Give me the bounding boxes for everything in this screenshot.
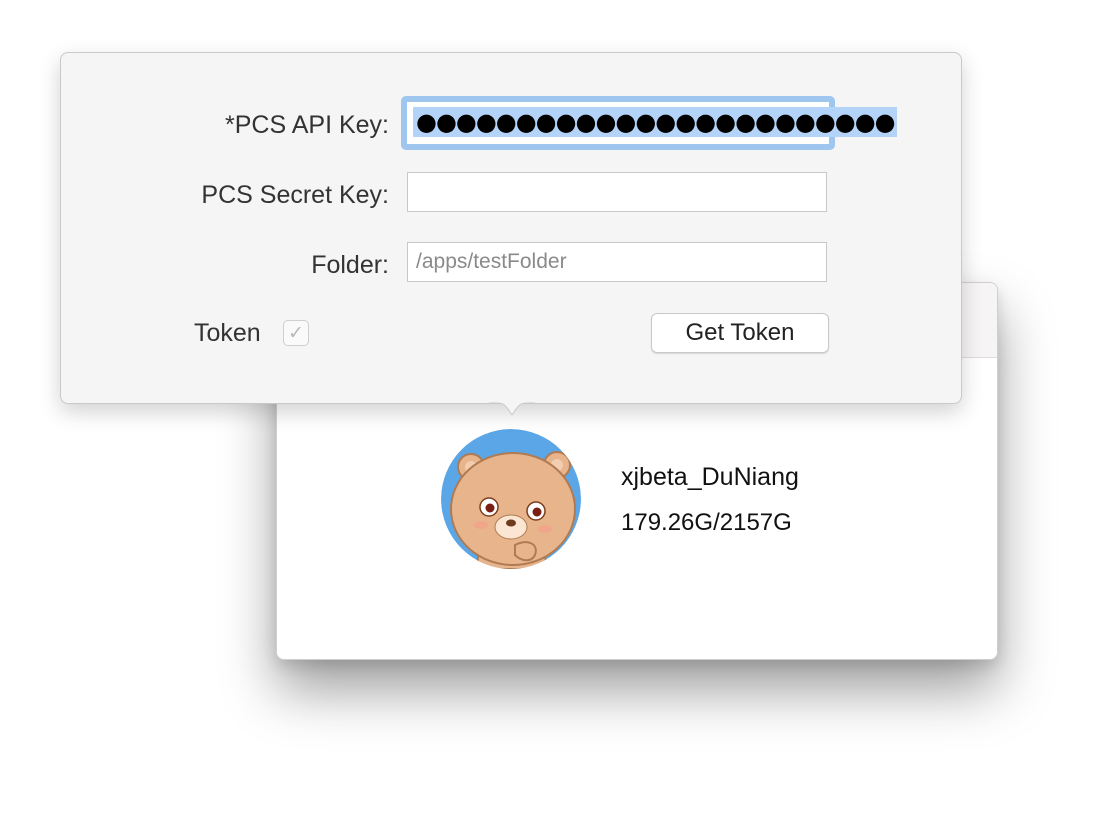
screen: xjbeta_DuNiang 179.26G/2157G *PCS API Ke…	[0, 0, 1108, 818]
checkmark-icon: ✓	[288, 322, 304, 344]
token-label: Token	[194, 319, 261, 347]
secret-key-label: PCS Secret Key:	[201, 181, 389, 209]
secret-key-input[interactable]	[407, 172, 827, 212]
get-token-button[interactable]: Get Token	[651, 313, 829, 353]
api-key-masked-value: ●●●●●●●●●●●●●●●●●●●●●●●●	[413, 107, 897, 137]
api-key-input[interactable]: ●●●●●●●●●●●●●●●●●●●●●●●●	[407, 102, 897, 144]
username: xjbeta_DuNiang	[621, 463, 799, 491]
bear-avatar-icon	[441, 429, 581, 569]
folder-input[interactable]	[407, 242, 827, 282]
api-key-field[interactable]: ●●●●●●●●●●●●●●●●●●●●●●●●	[401, 96, 897, 150]
storage-quota: 179.26G/2157G	[621, 509, 792, 536]
user-avatar	[441, 429, 581, 569]
folder-label: Folder:	[311, 251, 389, 279]
settings-popover: *PCS API Key: ●●●●●●●●●●●●●●●●●●●●●●●● P…	[60, 52, 962, 416]
api-key-label: *PCS API Key:	[225, 111, 389, 139]
token-checkbox[interactable]: ✓	[283, 320, 309, 346]
popover-arrow	[489, 389, 535, 435]
